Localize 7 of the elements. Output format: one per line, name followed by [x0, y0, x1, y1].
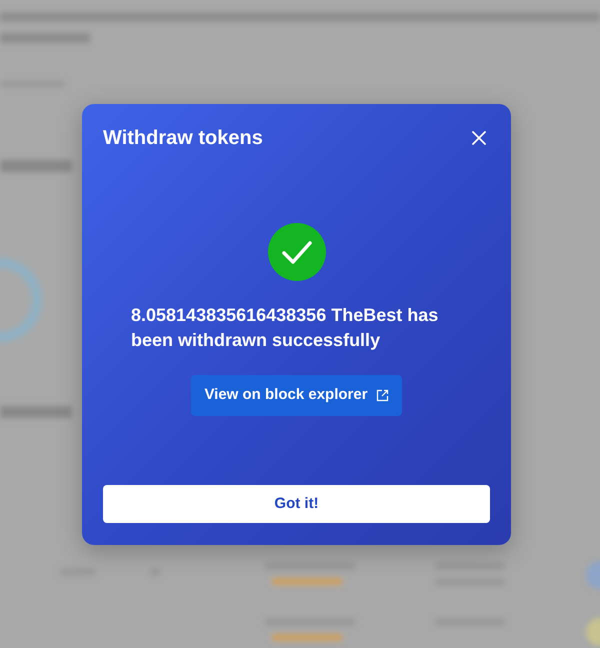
success-check-icon	[268, 223, 326, 281]
success-message: 8.058143835616438356 TheBest has been withdrawn successfully	[131, 304, 440, 352]
external-link-icon	[376, 388, 389, 402]
close-icon	[472, 131, 486, 145]
dialog-title: Withdraw tokens	[103, 126, 263, 150]
got-it-button[interactable]: Got it!	[103, 485, 490, 523]
block-explorer-link[interactable]: View on block explorer	[191, 375, 402, 416]
